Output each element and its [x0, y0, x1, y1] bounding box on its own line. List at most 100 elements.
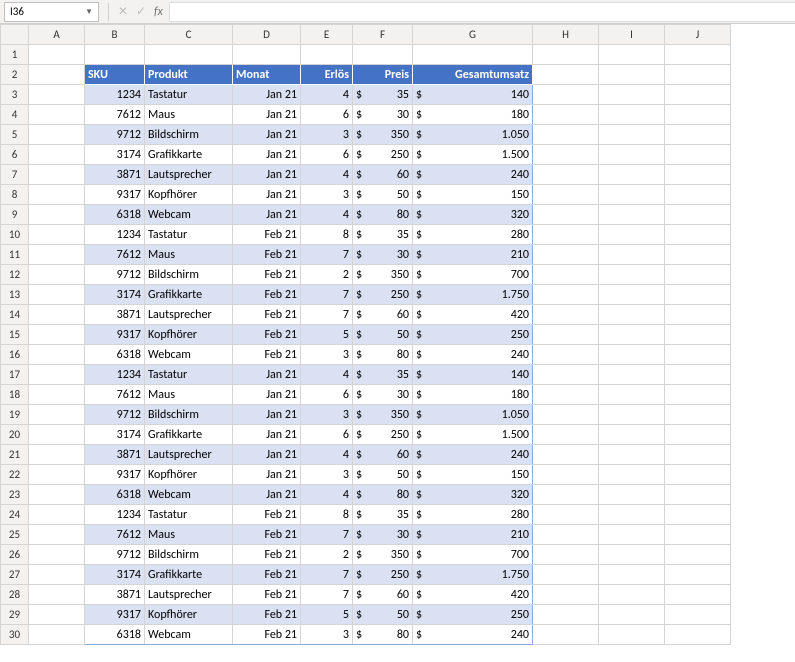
spreadsheet-grid[interactable]: ABCDEFGHIJ12SKUProduktMonatErlösPreisGes… [0, 24, 795, 645]
cell-monat[interactable]: Feb 21 [233, 565, 301, 585]
cell-sku[interactable]: 9712 [85, 545, 145, 565]
cell[interactable] [533, 445, 599, 465]
cell[interactable] [145, 45, 233, 65]
cell[interactable] [533, 185, 599, 205]
cell-monat[interactable]: Feb 21 [233, 545, 301, 565]
cell-preis[interactable]: $80 [353, 345, 413, 365]
cell[interactable] [665, 165, 731, 185]
cell-preis[interactable]: $30 [353, 105, 413, 125]
cell-erloes[interactable]: 7 [301, 585, 353, 605]
cell-gesamt[interactable]: $1.050 [413, 405, 533, 425]
cell-monat[interactable]: Jan 21 [233, 145, 301, 165]
cell[interactable] [533, 145, 599, 165]
cell-produkt[interactable]: Webcam [145, 625, 233, 645]
cell-gesamt[interactable]: $1.500 [413, 145, 533, 165]
cell-erloes[interactable]: 7 [301, 565, 353, 585]
cell-erloes[interactable]: 2 [301, 545, 353, 565]
cell-sku[interactable]: 3871 [85, 165, 145, 185]
cell[interactable] [29, 585, 85, 605]
cell-produkt[interactable]: Lautsprecher [145, 165, 233, 185]
cell-erloes[interactable]: 8 [301, 225, 353, 245]
row-header-29[interactable]: 29 [1, 605, 29, 625]
cell[interactable] [29, 245, 85, 265]
cell[interactable] [29, 385, 85, 405]
column-header-H[interactable]: H [533, 25, 599, 45]
cell-preis[interactable]: $50 [353, 185, 413, 205]
cell-preis[interactable]: $250 [353, 285, 413, 305]
cell-gesamt[interactable]: $320 [413, 205, 533, 225]
cell-erloes[interactable]: 4 [301, 205, 353, 225]
cell[interactable] [29, 545, 85, 565]
cell-produkt[interactable]: Maus [145, 525, 233, 545]
cell-monat[interactable]: Jan 21 [233, 205, 301, 225]
cell-erloes[interactable]: 2 [301, 265, 353, 285]
cell[interactable] [29, 65, 85, 85]
cell[interactable] [533, 165, 599, 185]
cell-produkt[interactable]: Maus [145, 385, 233, 405]
cell[interactable] [665, 105, 731, 125]
cell[interactable] [533, 345, 599, 365]
cell[interactable] [599, 225, 665, 245]
header-monat[interactable]: Monat [233, 65, 301, 85]
cell-produkt[interactable]: Webcam [145, 345, 233, 365]
cell[interactable] [29, 465, 85, 485]
cell-erloes[interactable]: 3 [301, 125, 353, 145]
cell[interactable] [665, 525, 731, 545]
cell[interactable] [599, 245, 665, 265]
cell-erloes[interactable]: 3 [301, 185, 353, 205]
row-header-20[interactable]: 20 [1, 425, 29, 445]
cell[interactable] [29, 285, 85, 305]
cell-produkt[interactable]: Bildschirm [145, 545, 233, 565]
cell[interactable] [233, 45, 301, 65]
cell[interactable] [599, 305, 665, 325]
cell-erloes[interactable]: 6 [301, 425, 353, 445]
cell[interactable] [665, 285, 731, 305]
cell-erloes[interactable]: 6 [301, 145, 353, 165]
cell[interactable] [599, 85, 665, 105]
cell[interactable] [599, 385, 665, 405]
column-header-B[interactable]: B [85, 25, 145, 45]
name-box-input[interactable] [10, 5, 80, 18]
cell[interactable] [29, 325, 85, 345]
cell[interactable] [29, 85, 85, 105]
cell[interactable] [599, 145, 665, 165]
cell[interactable] [29, 105, 85, 125]
cell[interactable] [665, 125, 731, 145]
cell-gesamt[interactable]: $180 [413, 105, 533, 125]
cell-sku[interactable]: 3174 [85, 145, 145, 165]
cell[interactable] [29, 405, 85, 425]
cell-erloes[interactable]: 3 [301, 465, 353, 485]
cell-produkt[interactable]: Tastatur [145, 225, 233, 245]
cell[interactable] [599, 105, 665, 125]
cell-produkt[interactable]: Tastatur [145, 85, 233, 105]
cell-gesamt[interactable]: $420 [413, 585, 533, 605]
cell[interactable] [29, 345, 85, 365]
cell-gesamt[interactable]: $280 [413, 505, 533, 525]
cell[interactable] [533, 485, 599, 505]
cell-preis[interactable]: $80 [353, 205, 413, 225]
row-header-12[interactable]: 12 [1, 265, 29, 285]
cell-produkt[interactable]: Kopfhörer [145, 465, 233, 485]
cell-preis[interactable]: $60 [353, 165, 413, 185]
cell[interactable] [665, 445, 731, 465]
cell-sku[interactable]: 6318 [85, 345, 145, 365]
cell[interactable] [599, 505, 665, 525]
cell-gesamt[interactable]: $140 [413, 85, 533, 105]
row-header-22[interactable]: 22 [1, 465, 29, 485]
cell-monat[interactable]: Feb 21 [233, 625, 301, 645]
cell-monat[interactable]: Jan 21 [233, 365, 301, 385]
cell[interactable] [599, 485, 665, 505]
cell-sku[interactable]: 3174 [85, 425, 145, 445]
column-header-D[interactable]: D [233, 25, 301, 45]
cell[interactable] [665, 365, 731, 385]
cell[interactable] [533, 525, 599, 545]
row-header-13[interactable]: 13 [1, 285, 29, 305]
cell-produkt[interactable]: Lautsprecher [145, 585, 233, 605]
cell-sku[interactable]: 1234 [85, 365, 145, 385]
row-header-15[interactable]: 15 [1, 325, 29, 345]
cell-erloes[interactable]: 3 [301, 625, 353, 645]
cell-sku[interactable]: 1234 [85, 85, 145, 105]
column-header-I[interactable]: I [599, 25, 665, 45]
cell-sku[interactable]: 3174 [85, 565, 145, 585]
column-header-C[interactable]: C [145, 25, 233, 45]
